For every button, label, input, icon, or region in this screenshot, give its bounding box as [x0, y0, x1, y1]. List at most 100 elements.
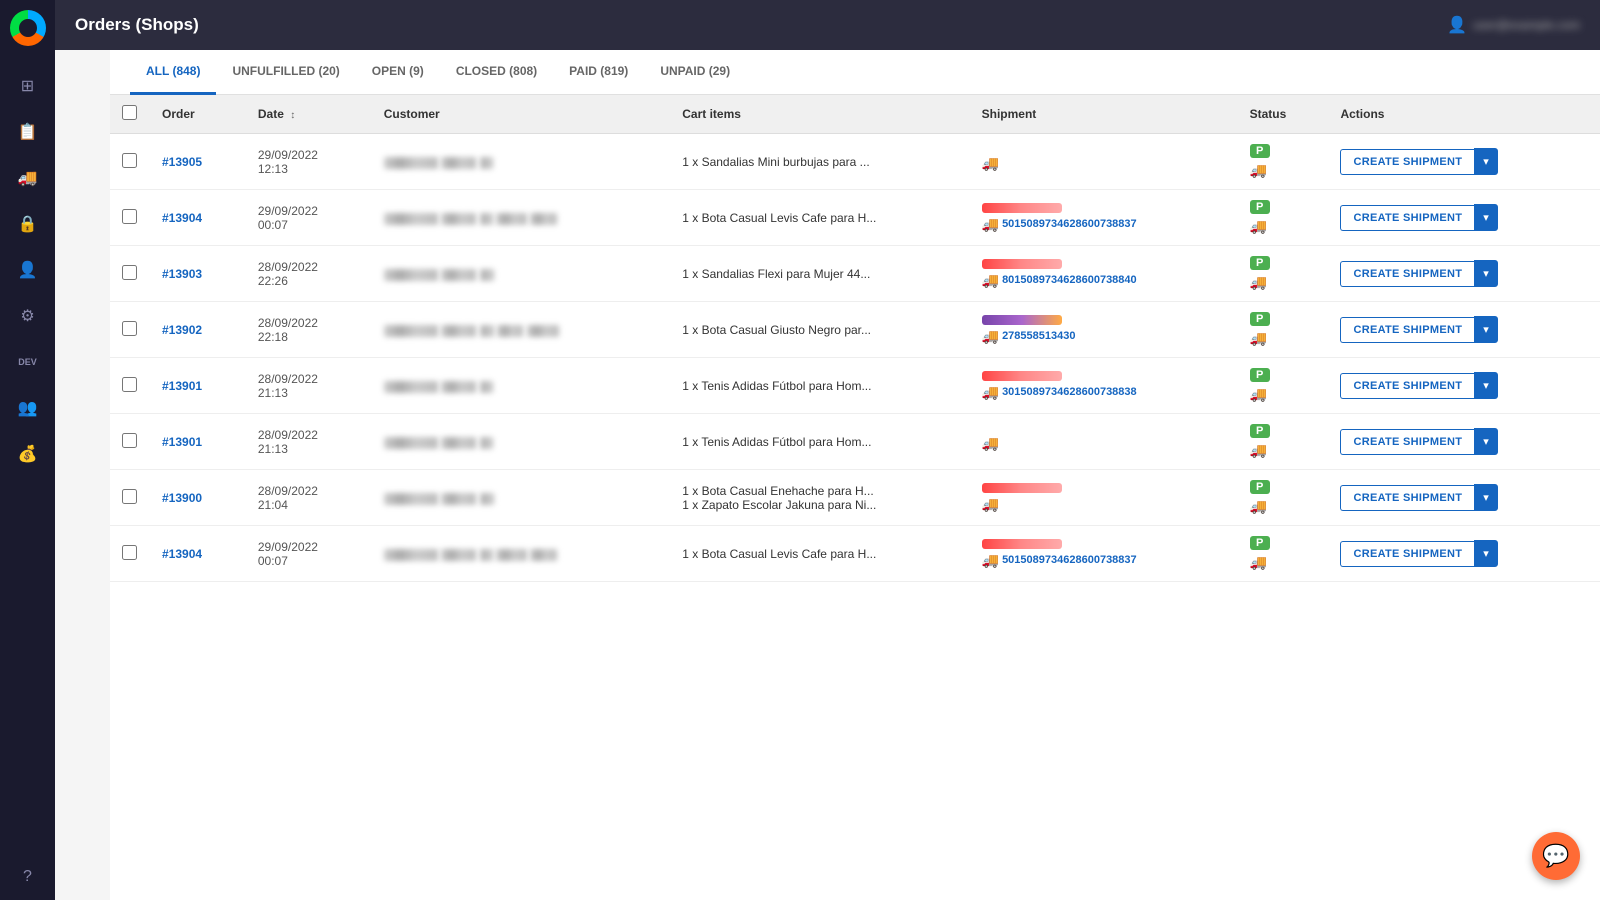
customer-name: Name: [441, 157, 476, 169]
select-all-checkbox[interactable]: [122, 105, 137, 120]
order-number[interactable]: #13905: [162, 155, 202, 169]
create-shipment-dropdown[interactable]: ▾: [1474, 316, 1498, 343]
shipment-icons: 🚚501508973462860073883​7: [982, 216, 1226, 233]
col-customer: Customer: [372, 95, 671, 134]
order-number[interactable]: #13904: [162, 547, 202, 561]
tab-all[interactable]: ALL (848): [130, 50, 216, 95]
order-date: 28/09/202222:26: [246, 246, 372, 302]
tracking-number: 278558513430: [1002, 330, 1075, 342]
create-shipment-button[interactable]: CREATE SHIPMENT: [1340, 541, 1474, 567]
row-checkbox[interactable]: [122, 209, 137, 224]
shipment-bar-red: [982, 539, 1062, 549]
orders-table: Order Date ↕ Customer Cart items Shipmen…: [110, 95, 1600, 582]
user-menu[interactable]: 👤 user@example.com: [1447, 15, 1580, 35]
cart-items-cell: 1 x Tenis Adidas Fútbol para Hom...: [670, 414, 969, 470]
shipment-icons: 🚚: [982, 155, 1226, 172]
cart-items-cell: 1 x Bota Casual Giusto Negro par...: [670, 302, 969, 358]
shipment-icons: 🚚501508973462860073883​7: [982, 552, 1226, 569]
actions-td: CREATE SHIPMENT ▾: [1328, 302, 1600, 358]
order-date: 28/09/202221:13: [246, 358, 372, 414]
tracking-number: 501508973462860073883​7: [1002, 554, 1137, 566]
create-shipment-button[interactable]: CREATE SHIPMENT: [1340, 373, 1474, 399]
page-title: Orders (Shops): [75, 15, 199, 35]
row-checkbox[interactable]: [122, 433, 137, 448]
row-checkbox[interactable]: [122, 321, 137, 336]
create-shipment-button[interactable]: CREATE SHIPMENT: [1340, 429, 1474, 455]
order-number[interactable]: #13903: [162, 267, 202, 281]
status-paid-badge: P: [1250, 368, 1270, 382]
help-icon[interactable]: ?: [8, 857, 48, 897]
create-shipment-button[interactable]: CREATE SHIPMENT: [1340, 261, 1474, 287]
order-number[interactable]: #13901: [162, 379, 202, 393]
actions-td: CREATE SHIPMENT ▾: [1328, 358, 1600, 414]
create-shipment-dropdown[interactable]: ▾: [1474, 540, 1498, 567]
shipment-icons: 🚚: [982, 435, 1226, 452]
row-checkbox[interactable]: [122, 377, 137, 392]
shipment-cell: 🚚: [970, 470, 1238, 526]
app-logo[interactable]: [0, 0, 55, 55]
tab-paid[interactable]: PAID (819): [553, 50, 644, 95]
order-number[interactable]: #13904: [162, 211, 202, 225]
tab-unfulfilled[interactable]: UNFULFILLED (20): [216, 50, 355, 95]
customer-cell: Customer Name B Long One: [372, 526, 671, 582]
actions-td: CREATE SHIPMENT ▾: [1328, 470, 1600, 526]
shipment-cell: 🚚: [970, 414, 1238, 470]
create-shipment-button[interactable]: CREATE SHIPMENT: [1340, 205, 1474, 231]
tab-unpaid[interactable]: UNPAID (29): [644, 50, 746, 95]
create-shipment-button[interactable]: CREATE SHIPMENT: [1340, 317, 1474, 343]
status-paid-badge: P: [1250, 144, 1270, 158]
row-checkbox[interactable]: [122, 153, 137, 168]
table-row: #13901 28/09/202221:13 Customer Name F 1…: [110, 414, 1600, 470]
cart-items-cell: 1 x Tenis Adidas Fútbol para Hom...: [670, 358, 969, 414]
dev-icon[interactable]: DEV: [8, 342, 48, 382]
team-icon[interactable]: 👥: [8, 388, 48, 428]
settings-icon[interactable]: ⚙: [8, 296, 48, 336]
dashboard-icon[interactable]: ⊞: [8, 66, 48, 106]
table-row: #13900 28/09/202221:04 Customer Name G 1…: [110, 470, 1600, 526]
create-shipment-dropdown[interactable]: ▾: [1474, 204, 1498, 231]
create-shipment-dropdown[interactable]: ▾: [1474, 372, 1498, 399]
row-checkbox[interactable]: [122, 545, 137, 560]
col-order: Order: [150, 95, 246, 134]
create-shipment-dropdown[interactable]: ▾: [1474, 148, 1498, 175]
orders-icon[interactable]: 📋: [8, 112, 48, 152]
col-cart-items: Cart items: [670, 95, 969, 134]
customer-cell: Customer Name A: [372, 134, 671, 190]
shipment-cell: 🚚278558513430: [970, 302, 1238, 358]
users-icon[interactable]: 👤: [8, 250, 48, 290]
create-shipment-button[interactable]: CREATE SHIPMENT: [1340, 485, 1474, 511]
status-td: P🚚: [1238, 358, 1329, 414]
order-number[interactable]: #13901: [162, 435, 202, 449]
billing-icon[interactable]: 💰: [8, 434, 48, 474]
status-cell: P🚚: [1250, 312, 1317, 347]
row-checkbox[interactable]: [122, 265, 137, 280]
truck-icon: 🚚: [982, 496, 999, 513]
chat-widget[interactable]: 💬: [1532, 832, 1580, 880]
customer-cell: Customer Name G: [372, 470, 671, 526]
table-row: #13905 29/09/202212:13 Customer Name A 1…: [110, 134, 1600, 190]
order-date: 29/09/202200:07: [246, 190, 372, 246]
row-checkbox[interactable]: [122, 489, 137, 504]
create-shipment-dropdown[interactable]: ▾: [1474, 484, 1498, 511]
create-shipment-action: CREATE SHIPMENT ▾: [1340, 148, 1497, 175]
customer-name: Name: [441, 549, 476, 561]
tab-closed[interactable]: CLOSED (808): [440, 50, 553, 95]
lock-icon[interactable]: 🔒: [8, 204, 48, 244]
order-number[interactable]: #13902: [162, 323, 202, 337]
main-content: ALL (848) UNFULFILLED (20) OPEN (9) CLOS…: [110, 50, 1600, 900]
status-td: P🚚: [1238, 414, 1329, 470]
order-date: 28/09/202222:18: [246, 302, 372, 358]
tab-open[interactable]: OPEN (9): [356, 50, 440, 95]
table-row: #13904 29/09/202200:07 Customer Name B L…: [110, 190, 1600, 246]
create-shipment-button[interactable]: CREATE SHIPMENT: [1340, 149, 1474, 175]
status-truck-icon: 🚚: [1250, 498, 1267, 515]
order-number[interactable]: #13900: [162, 491, 202, 505]
create-shipment-dropdown[interactable]: ▾: [1474, 428, 1498, 455]
shipping-icon[interactable]: 🚚: [8, 158, 48, 198]
shipment-icons: 🚚278558513430: [982, 328, 1226, 345]
actions-td: CREATE SHIPMENT ▾: [1328, 526, 1600, 582]
create-shipment-dropdown[interactable]: ▾: [1474, 260, 1498, 287]
shipment-icons: 🚚301508973462860073883​8: [982, 384, 1226, 401]
status-cell: P🚚: [1250, 144, 1317, 179]
col-date[interactable]: Date ↕: [246, 95, 372, 134]
